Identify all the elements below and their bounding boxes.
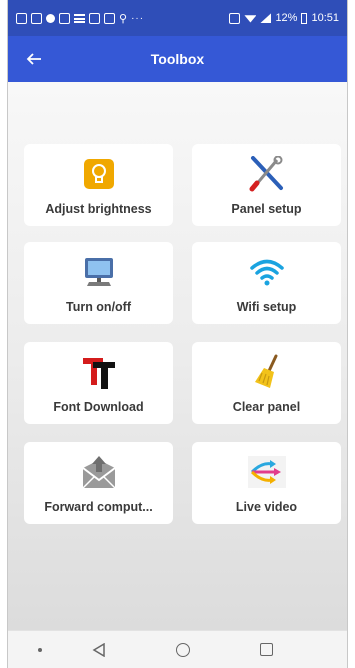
panel-setup-button[interactable]: Panel setup	[192, 144, 341, 226]
battery-icon	[301, 12, 308, 24]
adjust-brightness-button[interactable]: Adjust brightness	[24, 144, 173, 226]
tool-label: Adjust brightness	[45, 202, 152, 216]
phone-screen: ⚲ ··· 12% 10:51 Toolbox Adjust brightnes…	[7, 0, 348, 668]
broom-icon	[245, 350, 289, 394]
wifi-setup-button[interactable]: Wifi setup	[192, 242, 341, 324]
tool-label: Panel setup	[231, 202, 302, 216]
tool-label: Clear panel	[232, 400, 301, 414]
clock: 10:51	[311, 12, 339, 24]
tool-label: Forward comput...	[44, 500, 153, 514]
tool-label: Live video	[235, 500, 298, 514]
system-icons: 12% 10:51	[229, 12, 339, 24]
notification-icon	[59, 12, 70, 24]
font-icon	[77, 350, 121, 394]
toolbox-grid: Adjust brightness Panel setup Turn on/of…	[8, 82, 347, 630]
page-title: Toolbox	[150, 51, 205, 67]
system-nav-bar	[8, 630, 347, 668]
forward-computer-button[interactable]: Forward comput...	[24, 442, 173, 524]
nav-dot-icon	[38, 648, 42, 652]
notification-icon	[46, 13, 55, 23]
clear-panel-button[interactable]: Clear panel	[192, 342, 341, 424]
lightbulb-icon	[77, 152, 121, 196]
live-video-button[interactable]: Live video	[192, 442, 341, 524]
notification-icon	[31, 12, 42, 24]
turn-on-off-button[interactable]: Turn on/off	[24, 242, 173, 324]
app-bar: Toolbox	[8, 36, 347, 82]
notification-icon	[16, 12, 27, 24]
arrow-left-icon	[26, 53, 41, 65]
more-notifications-icon: ···	[131, 12, 145, 24]
tool-label: Turn on/off	[65, 300, 132, 314]
tool-label: Font Download	[53, 400, 144, 414]
nfc-icon	[229, 12, 241, 24]
font-download-button[interactable]: Font Download	[24, 342, 173, 424]
nav-recent-apps-icon[interactable]	[260, 643, 273, 656]
tool-label: Wifi setup	[236, 300, 297, 314]
wifi-status-icon	[244, 15, 257, 23]
video-arrows-icon	[245, 450, 289, 494]
status-bar: ⚲ ··· 12% 10:51	[8, 0, 347, 36]
wrench-screwdriver-icon	[245, 152, 289, 196]
wifi-icon	[245, 250, 289, 294]
notification-icon	[74, 13, 85, 23]
nav-home-icon[interactable]	[176, 643, 190, 657]
nav-back-icon[interactable]	[92, 643, 106, 657]
notification-icons: ⚲ ···	[16, 12, 144, 25]
monitor-icon	[77, 250, 121, 294]
back-button[interactable]	[22, 48, 46, 70]
battery-percent: 12%	[275, 12, 298, 24]
signal-icon	[260, 13, 272, 23]
notification-icon	[89, 12, 100, 24]
usb-icon: ⚲	[119, 12, 128, 25]
notification-icon	[104, 12, 115, 24]
envelope-upload-icon	[77, 450, 121, 494]
